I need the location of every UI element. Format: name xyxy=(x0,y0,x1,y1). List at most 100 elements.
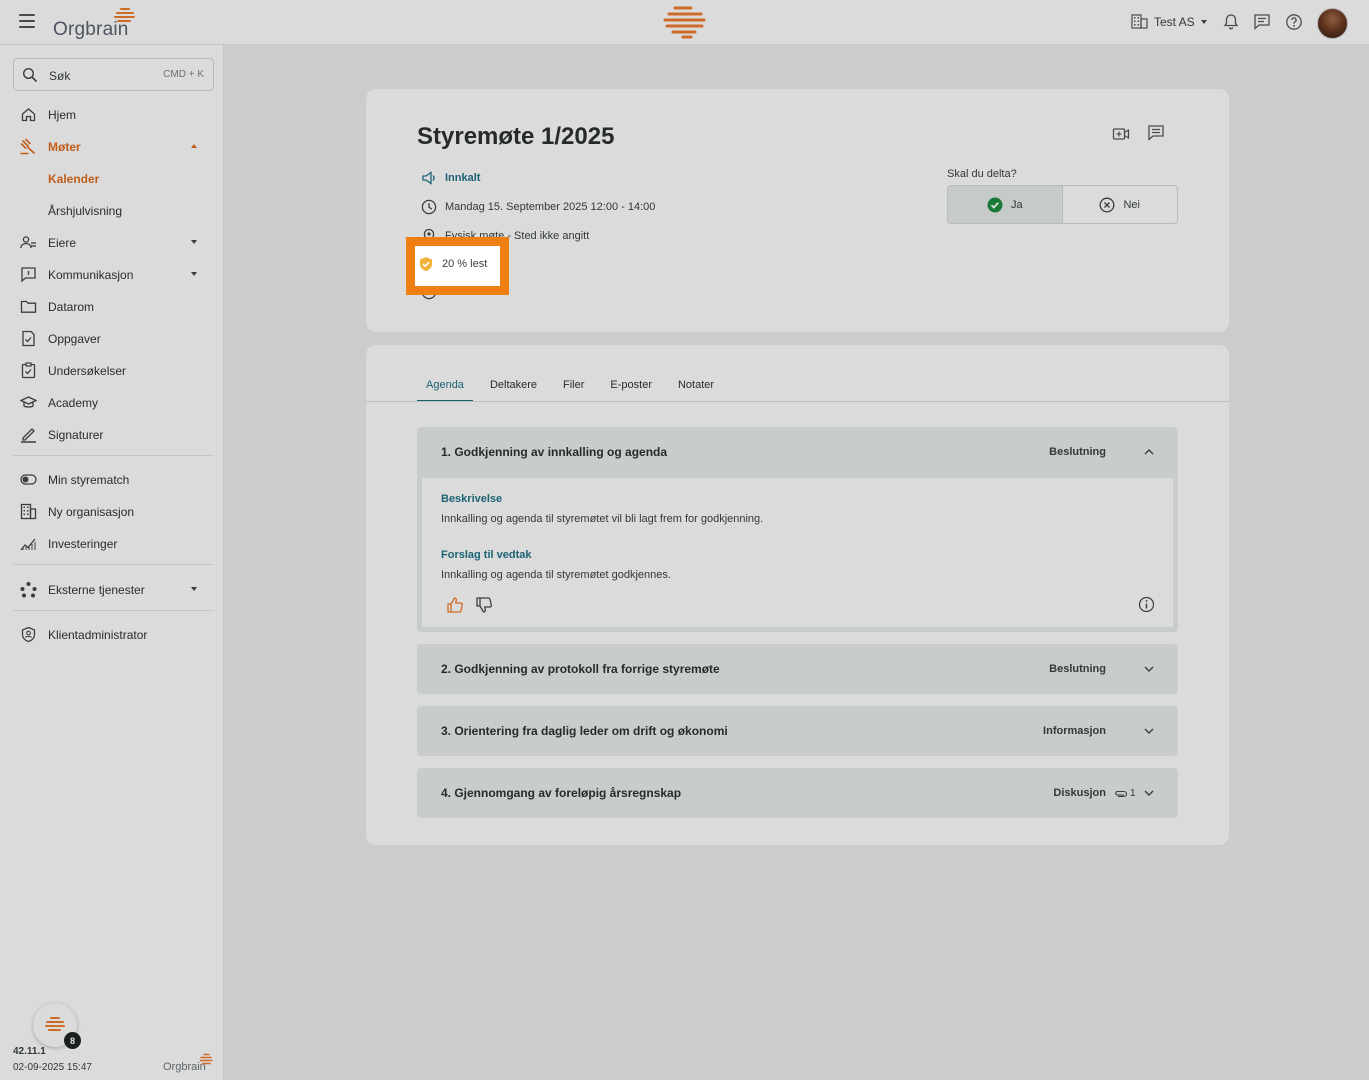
sidebar-item-eiere[interactable]: Eiere xyxy=(0,228,224,256)
sidebar-item-oppgaver[interactable]: Oppgaver xyxy=(0,324,224,352)
sidebar-divider xyxy=(13,455,214,456)
agenda-item[interactable]: 4. Gjennomgang av foreløpig årsregnskap … xyxy=(417,768,1178,818)
tab-notater[interactable]: Notater xyxy=(669,376,723,402)
proposal-text: Innkalling og agenda til styremøtet godk… xyxy=(441,569,671,581)
network-icon xyxy=(20,582,37,598)
read-status: 20 % lest xyxy=(418,256,487,272)
agenda-item-header[interactable]: 3. Orientering fra daglig leder om drift… xyxy=(417,706,1178,756)
attendance-toggle: Ja Nei xyxy=(947,185,1178,224)
agenda-item[interactable]: 3. Orientering fra daglig leder om drift… xyxy=(417,706,1178,756)
search-input[interactable]: Søk CMD + K xyxy=(13,58,214,91)
search-icon xyxy=(22,67,38,83)
brain-logo-icon xyxy=(199,1053,213,1065)
thumbs-down-icon[interactable] xyxy=(475,596,493,614)
chevron-down-icon[interactable] xyxy=(1143,787,1155,799)
help-icon[interactable] xyxy=(1285,13,1303,31)
signature-icon xyxy=(21,428,36,443)
organization-name: Test AS xyxy=(1154,14,1195,29)
sidebar-item-signaturer[interactable]: Signaturer xyxy=(0,420,224,448)
agenda-item-title: 3. Orientering fra daglig leder om drift… xyxy=(441,724,728,738)
x-circle-icon xyxy=(1100,197,1115,212)
chat-icon xyxy=(21,267,36,283)
chevron-up-icon[interactable] xyxy=(1143,446,1155,458)
folder-icon xyxy=(20,300,37,313)
sidebar-item-kommunikasjon[interactable]: Kommunikasjon xyxy=(0,260,224,288)
meeting-content-card: Agenda Deltakere Filer E-poster Notater … xyxy=(366,345,1229,845)
agenda-item-header[interactable]: 1. Godkjenning av innkalling og agenda B… xyxy=(417,427,1178,477)
tab-filer[interactable]: Filer xyxy=(554,376,593,402)
sidebar-item-hjem[interactable]: Hjem xyxy=(0,100,224,128)
caret-down-icon xyxy=(1200,19,1207,24)
task-icon xyxy=(22,330,35,347)
agenda-item-type: Informasjon xyxy=(1043,725,1106,737)
sidebar-item-datarom[interactable]: Datarom xyxy=(0,292,224,320)
search-label: Søk xyxy=(49,69,71,83)
home-icon xyxy=(21,108,36,122)
sidebar-item-eksterne-tjenester[interactable]: Eksterne tjenester xyxy=(0,575,224,603)
sidebar-item-min-styrematch[interactable]: Min styrematch xyxy=(0,465,224,493)
agenda-item-title: 2. Godkjenning av protokoll fra forrige … xyxy=(441,662,720,676)
orgbrain-mark-icon xyxy=(663,6,706,39)
tab-e-poster[interactable]: E-poster xyxy=(601,376,661,402)
read-status-highlight[interactable]: 20 % lest xyxy=(406,237,509,295)
caret-down-icon xyxy=(191,272,197,276)
agenda-item-type: Diskusjon xyxy=(1053,787,1106,799)
user-avatar[interactable] xyxy=(1317,8,1348,39)
sidebar-item-kalender[interactable]: Kalender xyxy=(0,164,224,192)
tab-deltakere[interactable]: Deltakere xyxy=(481,376,546,402)
chevron-down-icon[interactable] xyxy=(1143,663,1155,675)
agenda-item-title: 1. Godkjenning av innkalling og agenda xyxy=(441,445,668,459)
sidebar-item-klientadministrator[interactable]: Klientadministrator xyxy=(0,620,224,648)
toggle-icon xyxy=(20,474,37,485)
building-icon xyxy=(20,503,37,520)
bell-icon[interactable] xyxy=(1222,13,1240,31)
sidebar-item-arshjulvisning[interactable]: Årshjulvisning xyxy=(0,196,224,224)
graduation-icon xyxy=(20,396,37,408)
clock-icon xyxy=(421,199,437,215)
notification-badge: 8 xyxy=(64,1032,81,1049)
check-circle-icon xyxy=(987,197,1003,212)
organization-switcher[interactable]: Test AS xyxy=(1131,14,1207,29)
description-text: Innkalling og agenda til styremøtet vil … xyxy=(441,513,764,525)
info-icon[interactable] xyxy=(1138,596,1155,613)
sidebar-item-academy[interactable]: Academy xyxy=(0,388,224,416)
agenda-item-type: Beslutning xyxy=(1049,663,1106,675)
gavel-icon xyxy=(20,138,35,155)
proposal-label: Forslag til vedtak xyxy=(441,549,532,561)
app-version: 42.11.1 xyxy=(13,1046,46,1057)
sidebar-item-moter[interactable]: Møter xyxy=(0,132,224,160)
attend-question: Skal du delta? xyxy=(947,168,1017,180)
orgbrain-mark-icon xyxy=(45,1017,65,1031)
meeting-tabs: Agenda Deltakere Filer E-poster Notater xyxy=(417,376,731,402)
paperclip-icon xyxy=(1115,790,1128,797)
comments-icon[interactable] xyxy=(1147,124,1165,142)
attend-yes-button[interactable]: Ja xyxy=(948,186,1063,223)
megaphone-icon xyxy=(422,171,435,185)
sidebar-divider xyxy=(13,564,214,565)
sidebar-item-investeringer[interactable]: Investeringer xyxy=(0,529,224,557)
top-bar: Orgbrain Test AS xyxy=(0,0,1369,45)
tab-agenda[interactable]: Agenda xyxy=(417,376,473,402)
meeting-header-card: Styremøte 1/2025 Innkalt Mandag 15. Sept… xyxy=(366,89,1229,332)
thumbs-up-icon[interactable] xyxy=(446,596,464,614)
caret-up-icon xyxy=(191,144,197,148)
sidebar-item-ny-organisasjon[interactable]: Ny organisasjon xyxy=(0,497,224,525)
survey-icon xyxy=(21,362,36,379)
shield-icon xyxy=(21,626,36,643)
agenda-item[interactable]: 2. Godkjenning av protokoll fra forrige … xyxy=(417,644,1178,694)
attend-no-button[interactable]: Nei xyxy=(1063,186,1178,223)
menu-icon[interactable] xyxy=(19,14,35,28)
messages-icon[interactable] xyxy=(1253,13,1271,31)
brain-logo-icon xyxy=(114,8,135,22)
agenda-item-type: Beslutning xyxy=(1049,446,1106,458)
owners-icon xyxy=(20,236,36,249)
chart-icon xyxy=(20,538,36,551)
agenda-item-header[interactable]: 4. Gjennomgang av foreløpig årsregnskap … xyxy=(417,768,1178,818)
chevron-down-icon[interactable] xyxy=(1143,725,1155,737)
sidebar: Søk CMD + K Hjem Møter Kalender Årshjulv… xyxy=(0,45,224,1080)
video-call-icon[interactable] xyxy=(1112,125,1130,143)
caret-down-icon xyxy=(191,240,197,244)
building-icon xyxy=(1131,14,1148,29)
agenda-item-header[interactable]: 2. Godkjenning av protokoll fra forrige … xyxy=(417,644,1178,694)
sidebar-item-undersokelser[interactable]: Undersøkelser xyxy=(0,356,224,384)
